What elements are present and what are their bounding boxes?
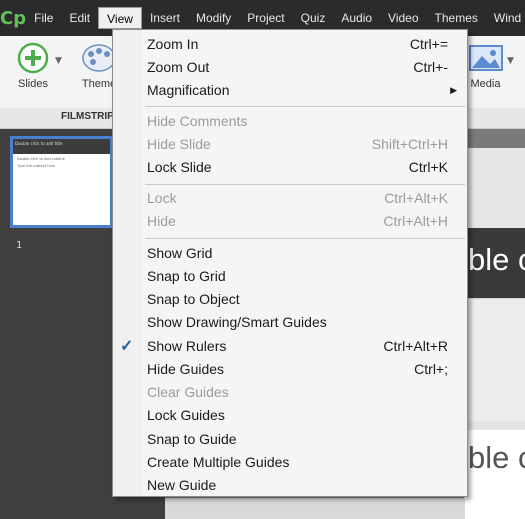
menu-edit[interactable]: Edit xyxy=(61,7,98,29)
media-button[interactable]: Media xyxy=(463,42,508,90)
media-label: Media xyxy=(470,78,501,90)
menu-item-label: Lock xyxy=(147,190,177,206)
menu-item-magnification[interactable]: Magnification ▶ xyxy=(113,79,467,102)
menu-item-hide: Hide Ctrl+Alt+H xyxy=(113,210,467,233)
slide-title-text[interactable]: ble c xyxy=(468,242,525,278)
menu-item-label: New Guide xyxy=(147,477,217,493)
menu-item-label: Hide Comments xyxy=(147,113,248,129)
menu-item-label: Create Multiple Guides xyxy=(147,454,290,470)
menu-item-label: Lock Guides xyxy=(147,407,225,423)
menu-item-lock-slide[interactable]: Lock Slide Ctrl+K xyxy=(113,156,467,179)
menu-separator xyxy=(145,238,465,239)
menu-item-clear-guides: Clear Guides xyxy=(113,381,467,404)
menu-item-label: Hide Slide xyxy=(147,136,211,152)
menu-item-hide-guides[interactable]: Hide Guides Ctrl+; xyxy=(113,358,467,381)
menu-item-label: Hide Guides xyxy=(147,361,225,377)
menu-item-hide-slide: Hide Slide Shift+Ctrl+H xyxy=(113,133,467,156)
menu-item-snap-to-grid[interactable]: Snap to Grid xyxy=(113,265,467,288)
menu-item-zoom-out[interactable]: Zoom Out Ctrl+- xyxy=(113,56,467,79)
slides-label: Slides xyxy=(18,78,48,90)
menu-item-label: Snap to Guide xyxy=(147,431,237,447)
menu-item-shortcut: Ctrl+Alt+H xyxy=(383,213,448,229)
menu-file[interactable]: File xyxy=(26,7,61,29)
slide-subtitle-text[interactable]: ble c xyxy=(468,440,525,476)
menu-item-show-smart-guides[interactable]: Show Drawing/Smart Guides xyxy=(113,311,467,334)
menu-item-label: Snap to Object xyxy=(147,291,240,307)
thumb-title: Double click to add title xyxy=(13,139,110,154)
slide-subtitle-area[interactable] xyxy=(464,298,525,421)
menu-item-shortcut: Ctrl+= xyxy=(409,36,448,52)
menu-item-lock-guides[interactable]: Lock Guides xyxy=(113,404,467,427)
slide-thumbnail[interactable]: Double click to add title Double click t… xyxy=(10,136,113,228)
add-slide-icon xyxy=(17,42,49,74)
menu-item-label: Snap to Grid xyxy=(147,268,226,284)
horizontal-scrollbar[interactable] xyxy=(165,498,465,519)
menu-item-label: Show Drawing/Smart Guides xyxy=(147,314,327,330)
menu-item-hide-comments: Hide Comments xyxy=(113,110,467,133)
menu-item-zoom-in[interactable]: Zoom In Ctrl+= xyxy=(113,33,467,56)
slides-button[interactable]: Slides xyxy=(8,42,58,90)
menu-item-label: Show Grid xyxy=(147,245,213,261)
menu-item-lock: Lock Ctrl+Alt+K xyxy=(113,187,467,210)
menu-item-label: Show Rulers xyxy=(147,338,227,354)
menu-themes[interactable]: Themes xyxy=(427,7,486,29)
submenu-arrow-icon: ▶ xyxy=(450,85,457,95)
menu-item-snap-to-guide[interactable]: Snap to Guide xyxy=(113,428,467,451)
menu-item-label: Magnification xyxy=(147,82,230,98)
menu-audio[interactable]: Audio xyxy=(333,7,380,29)
menu-item-label: Lock Slide xyxy=(147,159,212,175)
chevron-down-icon[interactable]: ▼ xyxy=(507,56,514,66)
image-icon xyxy=(468,45,503,71)
menu-item-label: Zoom In xyxy=(147,36,199,52)
menu-item-show-rulers[interactable]: ✓ Show Rulers Ctrl+Alt+R xyxy=(113,335,467,358)
menu-item-shortcut: Ctrl+Alt+K xyxy=(384,190,448,206)
menu-item-snap-to-object[interactable]: Snap to Object xyxy=(113,288,467,311)
menu-modify[interactable]: Modify xyxy=(188,7,239,29)
app-logo: Cp xyxy=(0,7,27,29)
menu-item-label: Hide xyxy=(147,213,176,229)
menu-item-create-multiple-guides[interactable]: Create Multiple Guides xyxy=(113,451,467,474)
menu-quiz[interactable]: Quiz xyxy=(293,7,334,29)
thumb-body: Type the subtext here xyxy=(17,164,56,168)
filmstrip-tab[interactable]: FILMSTRIP xyxy=(61,111,114,122)
slide-number: 1 xyxy=(16,240,23,251)
menu-item-shortcut: Ctrl+- xyxy=(413,59,448,75)
menu-video[interactable]: Video xyxy=(380,7,426,29)
menu-view[interactable]: View xyxy=(98,7,142,29)
thumb-subtitle: Double click to add subtitle xyxy=(17,157,65,161)
menu-window[interactable]: Wind xyxy=(486,7,525,29)
chevron-down-icon[interactable]: ▼ xyxy=(55,56,62,66)
menu-item-shortcut: Ctrl+; xyxy=(414,361,448,377)
menu-item-new-guide[interactable]: New Guide xyxy=(113,474,467,497)
menu-separator xyxy=(145,184,465,185)
menu-item-shortcut: Ctrl+K xyxy=(408,159,448,175)
view-menu-dropdown: Zoom In Ctrl+= Zoom Out Ctrl+- Magnifica… xyxy=(112,29,468,497)
menu-item-label: Clear Guides xyxy=(147,384,229,400)
menu-item-shortcut: Shift+Ctrl+H xyxy=(371,136,448,152)
menu-project[interactable]: Project xyxy=(239,7,292,29)
menu-item-label: Zoom Out xyxy=(147,59,210,75)
menu-insert[interactable]: Insert xyxy=(142,7,188,29)
checkmark-icon: ✓ xyxy=(120,338,134,355)
menu-item-show-grid[interactable]: Show Grid xyxy=(113,242,467,265)
menu-separator xyxy=(145,106,465,107)
menu-item-shortcut: Ctrl+Alt+R xyxy=(383,338,448,354)
